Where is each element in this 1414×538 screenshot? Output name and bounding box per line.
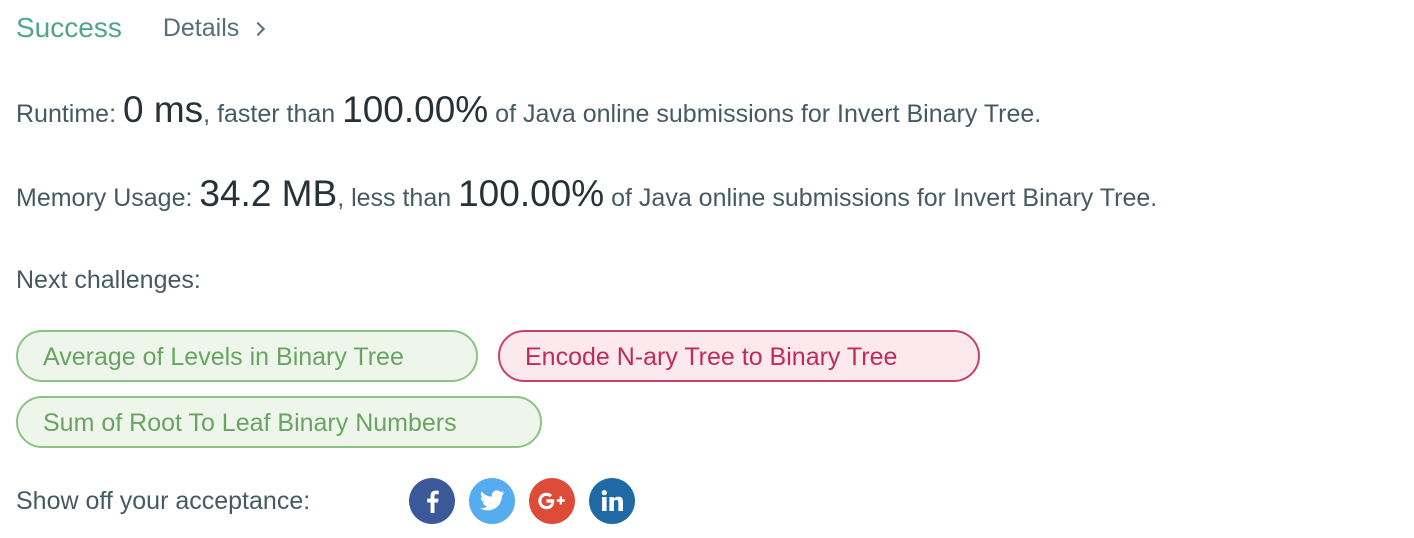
runtime-percent: 100.00% — [342, 89, 489, 130]
challenge-chip-average-of-levels[interactable]: Average of Levels in Binary Tree — [16, 330, 478, 382]
challenge-chip-sum-of-root-to-leaf[interactable]: Sum of Root To Leaf Binary Numbers — [16, 396, 542, 448]
runtime-label: Runtime: — [16, 100, 123, 128]
memory-label: Memory Usage: — [16, 184, 200, 212]
runtime-line: Runtime: 0 ms, faster than 100.00% of Ja… — [16, 88, 1041, 136]
memory-percent: 100.00% — [458, 173, 605, 214]
memory-comparison: , less than — [337, 184, 459, 212]
chevron-right-icon — [251, 21, 266, 37]
twitter-icon[interactable] — [469, 478, 515, 524]
details-label: Details — [162, 14, 240, 42]
challenge-chip-encode-n-ary-tree[interactable]: Encode N-ary Tree to Binary Tree — [498, 330, 980, 382]
share-label: Show off your acceptance: — [16, 487, 311, 515]
next-challenges-label: Next challenges: — [16, 266, 201, 294]
google-plus-icon[interactable] — [529, 478, 575, 524]
runtime-value: 0 ms — [122, 89, 204, 130]
linkedin-icon[interactable] — [589, 478, 635, 524]
memory-value: 34.2 MB — [199, 173, 338, 214]
details-link[interactable]: Details — [162, 8, 266, 48]
result-header: Success Details — [16, 8, 266, 48]
memory-suffix: of Java online submissions for Invert Bi… — [604, 184, 1158, 212]
status-label: Success — [16, 12, 122, 43]
memory-line: Memory Usage: 34.2 MB, less than 100.00%… — [16, 172, 1157, 220]
share-icons — [409, 478, 649, 524]
facebook-icon[interactable] — [409, 478, 455, 524]
runtime-comparison: , faster than — [203, 100, 343, 128]
runtime-suffix: of Java online submissions for Invert Bi… — [488, 100, 1042, 128]
share-row: Show off your acceptance: — [16, 478, 635, 524]
